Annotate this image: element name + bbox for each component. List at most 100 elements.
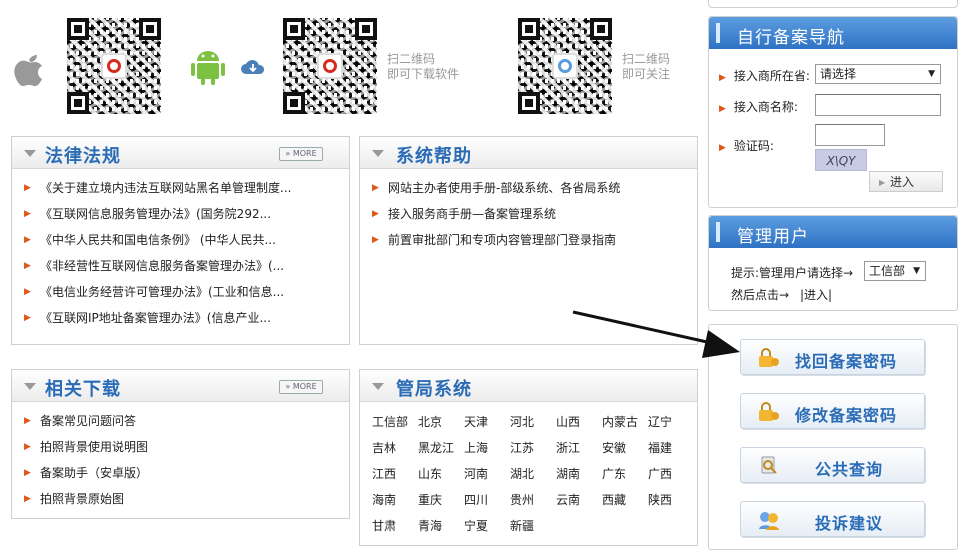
law-link[interactable]: 《电信业务经营许可管理办法》(工业和信息... xyxy=(40,285,284,299)
help-link[interactable]: 网站主办者使用手册-部级系统、各省局系统 xyxy=(388,181,620,195)
bureau-link[interactable]: 辽宁 xyxy=(648,409,694,435)
bureau-link[interactable]: 新疆 xyxy=(510,513,556,539)
bureau-grid: 工信部 北京 天津 河北 山西 内蒙古 辽宁 吉林 黑龙江 上海 江苏 浙江 安徽 福建 江西 山东 河南湖… xyxy=(360,401,697,539)
bureau-link[interactable]: 广西 xyxy=(648,461,694,487)
apple-icon[interactable] xyxy=(12,48,46,88)
change-password-button[interactable]: 修改备案密码 xyxy=(740,393,925,429)
name-label: 接入商名称: xyxy=(733,100,798,114)
bureau-link[interactable]: 贵州 xyxy=(510,487,556,513)
arrow-bullet-icon: ▶ xyxy=(719,104,726,114)
bureau-link[interactable]: 河南 xyxy=(464,461,510,487)
bureau-link[interactable]: 北京 xyxy=(418,409,464,435)
list-item[interactable]: ▶ 《关于建立境内违法互联网站黑名单管理制度... xyxy=(12,175,349,201)
list-item[interactable]: ▶ 拍照背景原始图 xyxy=(12,486,349,512)
bureau-link[interactable]: 西藏 xyxy=(602,487,648,513)
self-filing-nav-header: 自行备案导航 xyxy=(709,17,957,49)
collapse-triangle-icon xyxy=(24,383,36,390)
list-item[interactable]: ▶ 备案常见问题问答 xyxy=(12,408,349,434)
public-query-button[interactable]: 公共查询 xyxy=(740,447,925,483)
bureau-link[interactable]: 广东 xyxy=(602,461,648,487)
law-link[interactable]: 《互联网IP地址备案管理办法》(信息产业... xyxy=(40,311,271,325)
bureau-link[interactable]: 湖北 xyxy=(510,461,556,487)
province-select[interactable]: 请选择 ▼ xyxy=(815,64,941,84)
help-link[interactable]: 接入服务商手册—备案管理系统 xyxy=(388,207,556,221)
list-item[interactable]: ▶ 《中华人民共和国电信条例》 (中华人民共... xyxy=(12,227,349,253)
admin-hint: 提示:管理用户请选择→ xyxy=(731,266,854,280)
bureau-row: 工信部 北京 天津 河北 山西 内蒙古 辽宁 xyxy=(372,409,697,435)
list-item[interactable]: ▶ 《互联网IP地址备案管理办法》(信息产业... xyxy=(12,305,349,331)
list-item[interactable]: ▶ 《电信业务经营许可管理办法》(工业和信息... xyxy=(12,279,349,305)
find-password-button[interactable]: 找回备案密码 xyxy=(740,339,925,375)
bureau-link[interactable]: 重庆 xyxy=(418,487,464,513)
bureau-link[interactable]: 内蒙古 xyxy=(602,409,648,435)
law-link[interactable]: 《中华人民共和国电信条例》 (中华人民共... xyxy=(40,233,276,247)
admin-enter-link[interactable]: |进入| xyxy=(800,286,832,303)
list-item[interactable]: ▶ 前置审批部门和专项内容管理部门登录指南 xyxy=(360,227,697,253)
arrow-bullet-icon: ▶ xyxy=(24,287,31,297)
bureau-row: 吉林 黑龙江 上海 江苏 浙江 安徽 福建 xyxy=(372,435,697,461)
help-link[interactable]: 前置审批部门和专项内容管理部门登录指南 xyxy=(388,233,616,247)
self-filing-enter-button[interactable]: ▶ 进入 xyxy=(869,171,943,192)
self-filing-nav-box: 自行备案导航 ▶ 接入商所在省: 请选择 ▼ ▶ 接入商名称: ▶ 验证码: X\QY… xyxy=(708,16,958,208)
list-item[interactable]: ▶ 《互联网信息服务管理办法》(国务院292... xyxy=(12,201,349,227)
bureau-link[interactable]: 陕西 xyxy=(648,487,694,513)
law-link[interactable]: 《非经营性互联网信息服务备案管理办法》(... xyxy=(40,259,284,273)
admin-then-click: 然后点击→ xyxy=(731,288,790,302)
list-item[interactable]: ▶ 《非经营性互联网信息服务备案管理办法》(... xyxy=(12,253,349,279)
bureau-link[interactable]: 黑龙江 xyxy=(418,435,464,461)
bureau-row: 甘肃 青海 宁夏 新疆 xyxy=(372,513,697,539)
follow-qr-code xyxy=(518,18,612,114)
bureau-link[interactable]: 云南 xyxy=(556,487,602,513)
bureau-link[interactable]: 山西 xyxy=(556,409,602,435)
laws-panel: 法律法规 » MORE ▶ 《关于建立境内违法互联网站黑名单管理制度... ▶ 《互… xyxy=(11,136,350,345)
bureau-link[interactable]: 吉林 xyxy=(372,435,418,461)
download-link[interactable]: 拍照背景原始图 xyxy=(40,492,124,506)
pointer-arrow-annotation xyxy=(572,310,740,358)
bureau-link[interactable]: 甘肃 xyxy=(372,513,418,539)
bureau-link[interactable]: 河北 xyxy=(510,409,556,435)
bureau-link[interactable]: 上海 xyxy=(464,435,510,461)
complaint-button[interactable]: 投诉建议 xyxy=(740,501,925,537)
arrow-bullet-icon: ▶ xyxy=(24,261,31,271)
bureau-link[interactable]: 山东 xyxy=(418,461,464,487)
bureau-link[interactable]: 四川 xyxy=(464,487,510,513)
app-download-qr-code-android xyxy=(283,18,377,114)
android-icon[interactable] xyxy=(190,46,226,86)
laws-more-button[interactable]: » MORE xyxy=(279,147,323,161)
bureau-link[interactable]: 安徽 xyxy=(602,435,648,461)
download-link[interactable]: 拍照背景使用说明图 xyxy=(40,440,148,454)
captcha-row: ▶ 验证码: xyxy=(719,137,774,154)
admin-bureau-select[interactable]: 工信部 ▼ xyxy=(864,261,926,281)
admin-user-header: 管理用户 xyxy=(709,216,957,248)
cloud-download-icon[interactable] xyxy=(240,58,266,76)
collapse-triangle-icon xyxy=(24,150,36,157)
captcha-image[interactable]: X\QY xyxy=(815,149,867,171)
bureau-link[interactable]: 宁夏 xyxy=(464,513,510,539)
bureau-link[interactable]: 江苏 xyxy=(510,435,556,461)
bureau-link[interactable]: 湖南 xyxy=(556,461,602,487)
download-link[interactable]: 备案常见问题问答 xyxy=(40,414,136,428)
bureau-panel-header: 管局系统 xyxy=(360,370,697,402)
bureau-link[interactable]: 江西 xyxy=(372,461,418,487)
list-item[interactable]: ▶ 接入服务商手册—备案管理系统 xyxy=(360,201,697,227)
bureau-link[interactable]: 海南 xyxy=(372,487,418,513)
law-link[interactable]: 《关于建立境内违法互联网站黑名单管理制度... xyxy=(40,181,291,195)
provider-name-input[interactable] xyxy=(815,94,941,116)
bureau-link[interactable]: 工信部 xyxy=(372,409,418,435)
bureau-link[interactable]: 天津 xyxy=(464,409,510,435)
bureau-link[interactable]: 福建 xyxy=(648,435,694,461)
bureau-link[interactable]: 浙江 xyxy=(556,435,602,461)
download-link[interactable]: 备案助手（安卓版） xyxy=(40,466,148,480)
captcha-label: 验证码: xyxy=(733,139,774,153)
bureau-link[interactable]: 青海 xyxy=(418,513,464,539)
lock-key-icon xyxy=(759,348,779,367)
list-item[interactable]: ▶ 拍照背景使用说明图 xyxy=(12,434,349,460)
list-item[interactable]: ▶ 备案助手（安卓版） xyxy=(12,460,349,486)
name-row: ▶ 接入商名称: xyxy=(719,98,798,115)
law-link[interactable]: 《互联网信息服务管理办法》(国务院292... xyxy=(40,207,271,221)
captcha-input[interactable] xyxy=(815,124,885,146)
chevron-down-icon: ▼ xyxy=(928,69,935,79)
downloads-more-button[interactable]: » MORE xyxy=(279,380,323,394)
list-item[interactable]: ▶ 网站主办者使用手册-部级系统、各省局系统 xyxy=(360,175,697,201)
arrow-bullet-icon: ▶ xyxy=(24,313,31,323)
